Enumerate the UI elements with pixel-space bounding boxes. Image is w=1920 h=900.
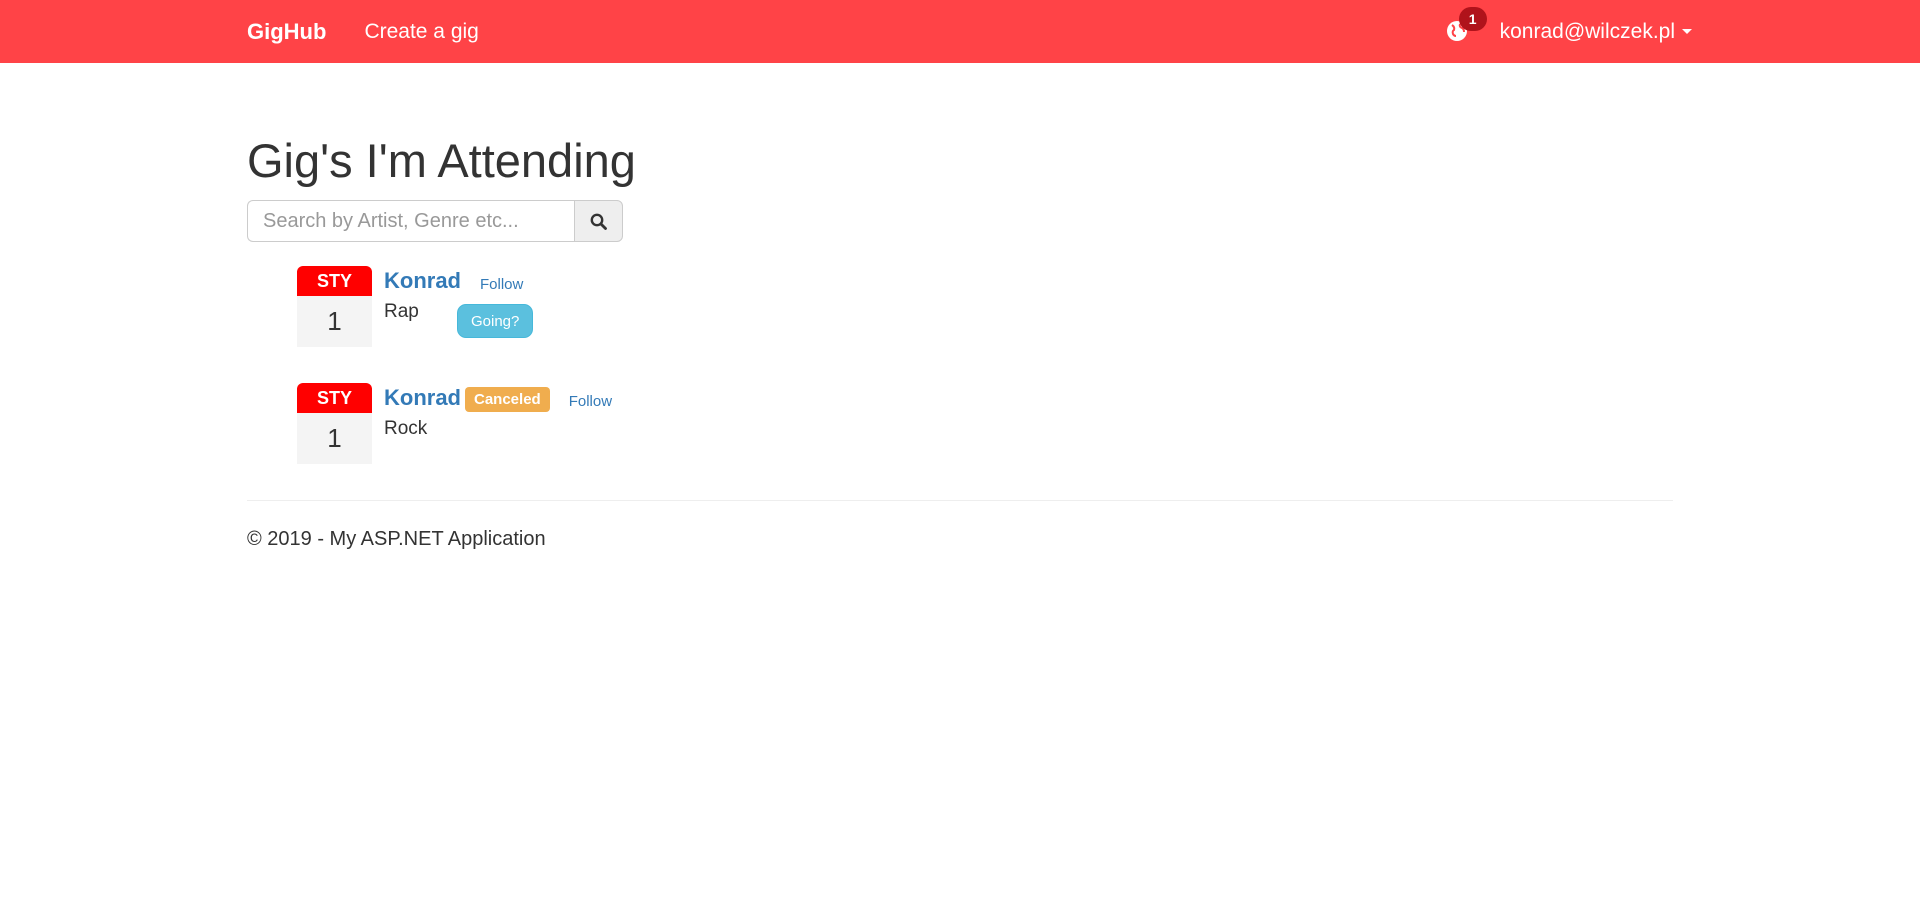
artist-link[interactable]: Konrad — [384, 268, 461, 294]
gig-header: Konrad Canceled Follow — [384, 381, 1673, 415]
gig-month: STY — [297, 383, 372, 413]
notifications-toggle[interactable]: 1 — [1446, 6, 1487, 44]
page-title: Gig's I'm Attending — [247, 134, 636, 187]
search-input[interactable] — [247, 200, 574, 242]
gig-details: Konrad Follow Rap Going? — [384, 266, 1673, 347]
gig-item: STY 1 Konrad Follow Rap Going? — [297, 266, 1673, 347]
gig-details: Konrad Canceled Follow Rock — [384, 383, 1673, 464]
gigs-list: STY 1 Konrad Follow Rap Going? STY 1 Kon… — [247, 266, 1673, 464]
search-button[interactable] — [574, 200, 623, 242]
gig-genre: Rap — [384, 301, 419, 322]
caret-down-icon — [1682, 29, 1692, 34]
gig-date: STY 1 — [297, 383, 372, 464]
navbar-right: 1 konrad@wilczek.pl — [1446, 6, 1692, 44]
gig-header: Konrad Follow — [384, 264, 1673, 298]
notifications-badge: 1 — [1458, 6, 1487, 31]
search-icon — [590, 213, 607, 230]
create-gig-link[interactable]: Create a gig — [364, 20, 478, 44]
gig-day: 1 — [297, 296, 372, 347]
brand-link[interactable]: GigHub — [247, 19, 326, 45]
canceled-badge: Canceled — [465, 386, 550, 412]
search-group — [247, 200, 623, 242]
gig-genre: Rock — [384, 418, 428, 439]
gig-item: STY 1 Konrad Canceled Follow Rock — [297, 383, 1673, 464]
footer-divider — [247, 500, 1673, 501]
follow-button[interactable]: Follow — [569, 393, 612, 410]
gig-day: 1 — [297, 413, 372, 464]
artist-link[interactable]: Konrad — [384, 385, 461, 411]
navbar: GigHub Create a gig 1 konrad@wilczek.pl — [0, 0, 1920, 63]
gig-date: STY 1 — [297, 266, 372, 347]
follow-button[interactable]: Follow — [480, 276, 523, 293]
footer: © 2019 - My ASP.NET Application — [247, 528, 1673, 551]
going-button[interactable]: Going? — [457, 304, 534, 338]
user-dropdown[interactable]: konrad@wilczek.pl — [1500, 20, 1692, 44]
navbar-inner: GigHub Create a gig 1 konrad@wilczek.pl — [247, 0, 1692, 63]
gig-month: STY — [297, 266, 372, 296]
user-email: konrad@wilczek.pl — [1499, 19, 1675, 43]
footer-text: © 2019 - My ASP.NET Application — [247, 528, 546, 550]
main-container: Gig's I'm Attending STY 1 Konrad Follow … — [247, 63, 1673, 551]
